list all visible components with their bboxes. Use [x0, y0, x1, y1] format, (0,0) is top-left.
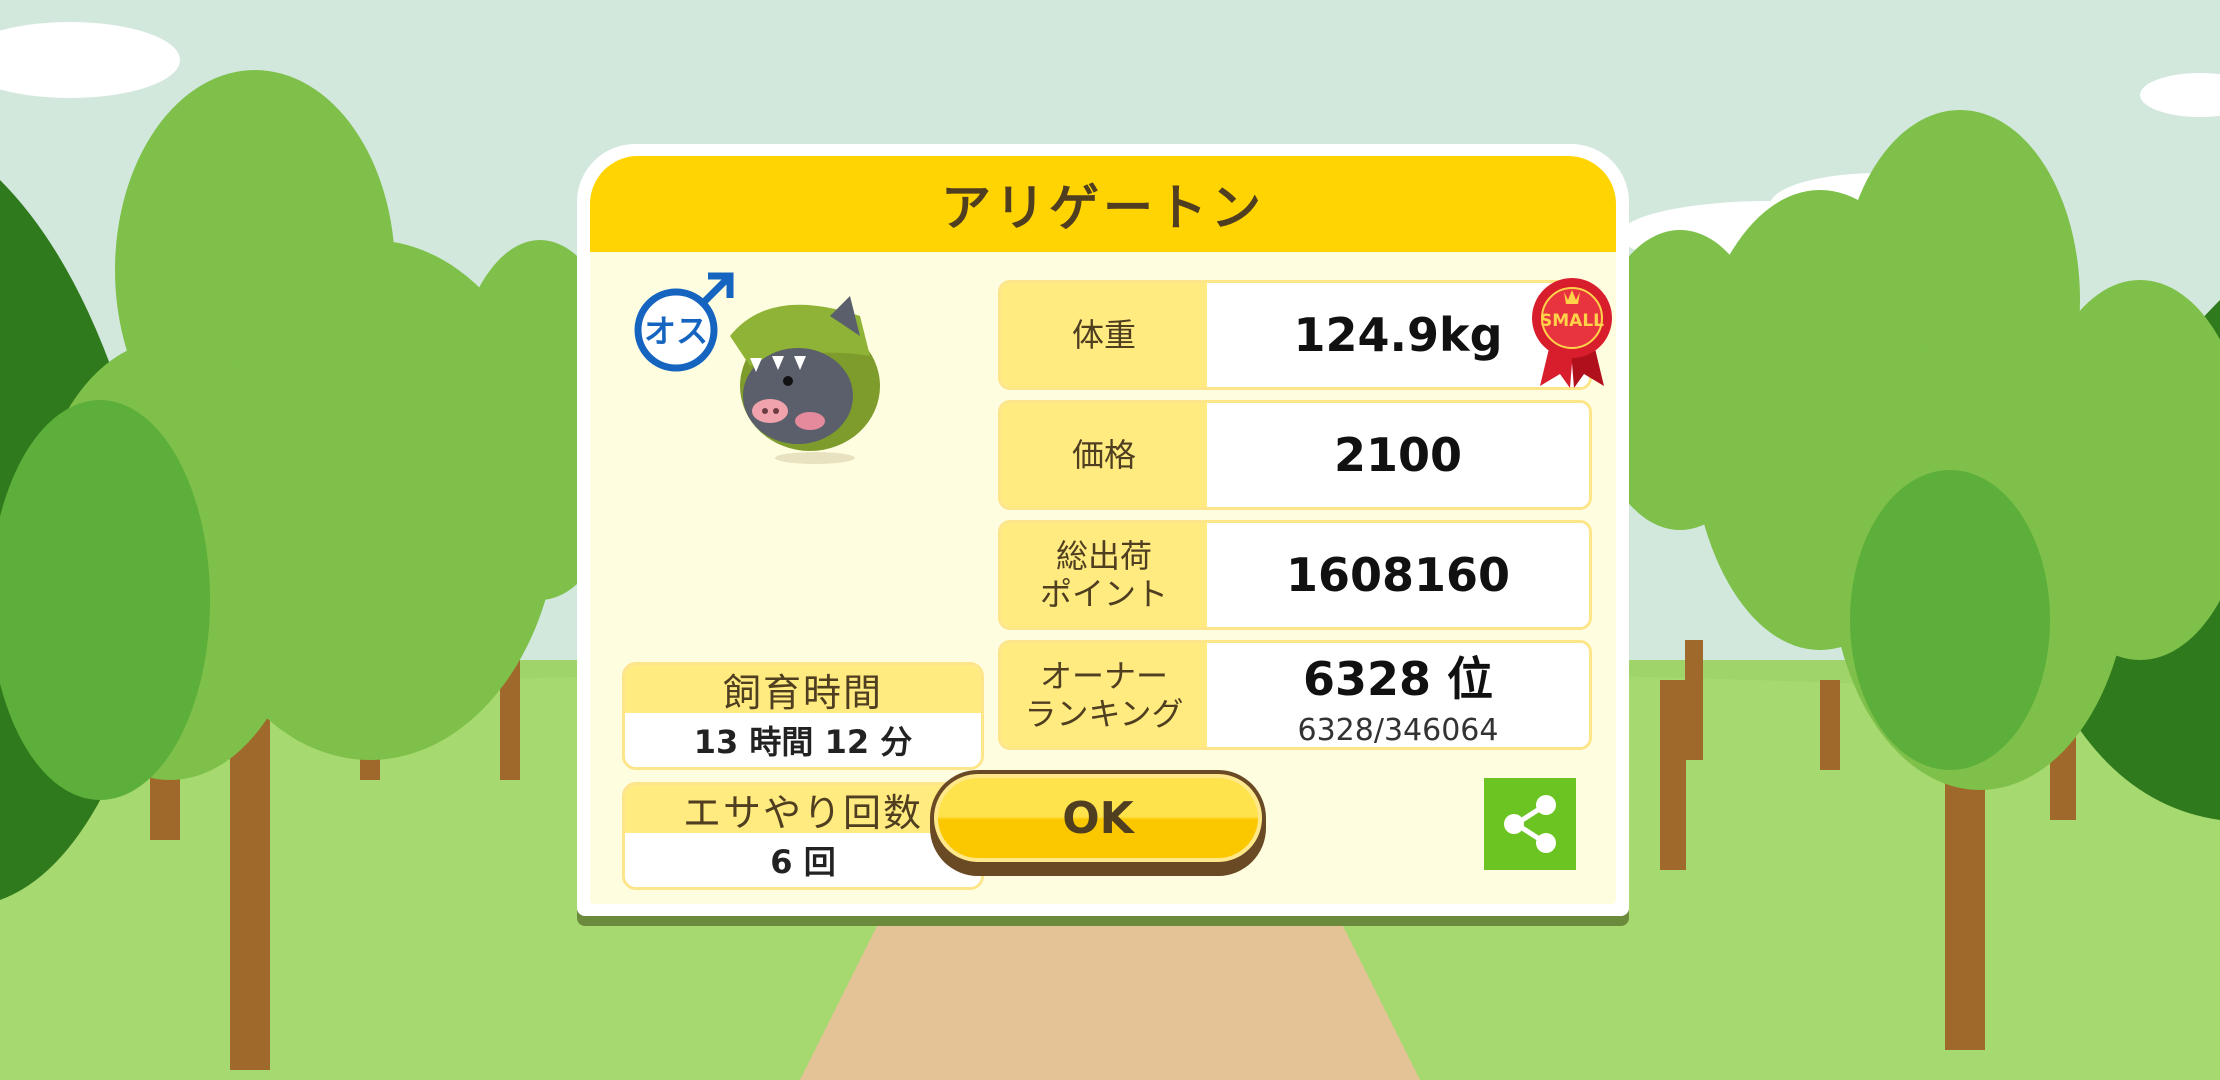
raising-time-value: 13 時間 12 分 — [625, 713, 981, 767]
ok-button-label: OK — [934, 774, 1262, 862]
owner-ranking-value-cell: 6328 位 6328/346064 — [1207, 643, 1589, 747]
price-label: 価格 — [1001, 403, 1207, 507]
share-icon — [1504, 795, 1556, 853]
owner-ranking-row: オーナー ランキング 6328 位 6328/346064 — [998, 640, 1592, 750]
gender-label: オス — [644, 312, 708, 350]
weight-label: 体重 — [1001, 283, 1207, 387]
alligator-pig-icon — [730, 296, 880, 464]
weight-row: 体重 124.9kg — [998, 280, 1592, 390]
raising-time-block: 飼育時間 13 時間 12 分 — [622, 662, 984, 770]
price-value: 2100 — [1207, 403, 1589, 507]
feed-count-value: 6 回 — [625, 833, 981, 887]
dialog-title: アリゲートン — [590, 156, 1616, 252]
owner-ranking-value: 6328 位 — [1302, 651, 1494, 706]
badge-label: SMALL — [1540, 311, 1604, 331]
total-points-row: 総出荷 ポイント 1608160 — [998, 520, 1592, 630]
ok-button[interactable]: OK — [930, 770, 1266, 876]
share-button[interactable] — [1484, 778, 1576, 870]
small-ribbon-icon: SMALL — [1532, 278, 1612, 388]
feed-count-label: エサやり回数 — [625, 785, 981, 835]
raising-time-label: 飼育時間 — [625, 665, 981, 715]
total-points-value: 1608160 — [1207, 523, 1589, 627]
price-row: 価格 2100 — [998, 400, 1592, 510]
owner-ranking-sub: 6328/346064 — [1297, 712, 1499, 748]
owner-ranking-label: オーナー ランキング — [1001, 643, 1207, 747]
total-points-label: 総出荷 ポイント — [1001, 523, 1207, 627]
